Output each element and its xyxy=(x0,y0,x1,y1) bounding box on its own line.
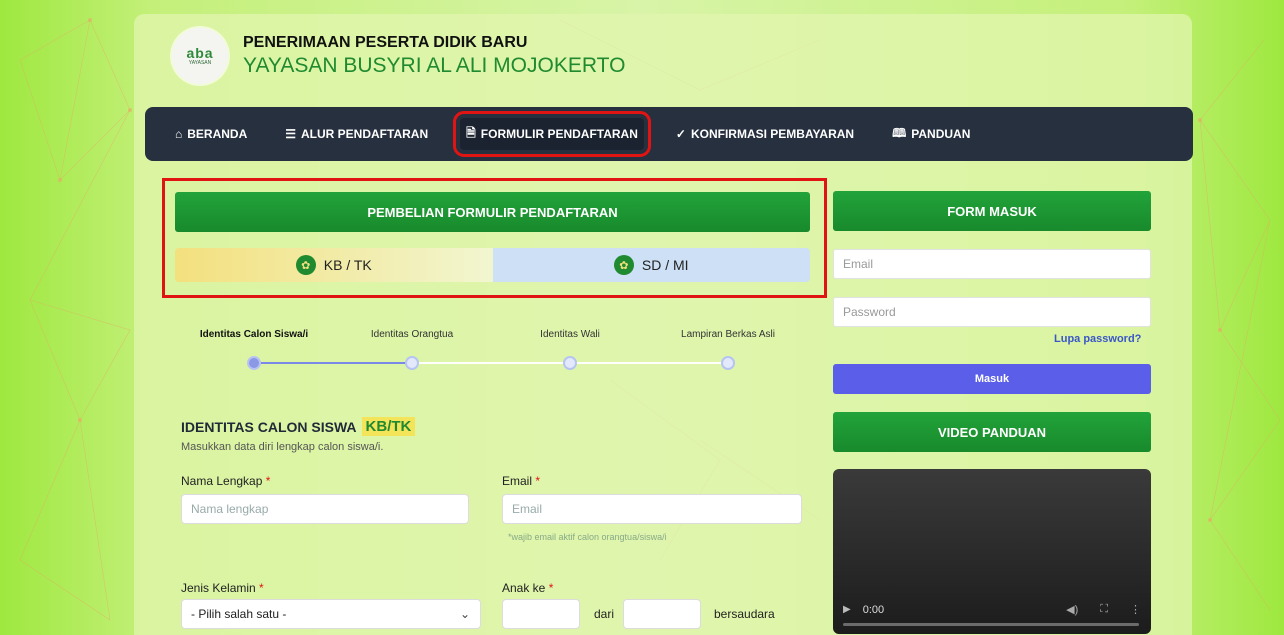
jumlah-saudara-input[interactable] xyxy=(623,599,701,629)
tab-sd-mi[interactable]: ✿ SD / MI xyxy=(492,248,810,282)
volume-icon[interactable]: ◀) xyxy=(1066,603,1078,616)
step-label[interactable]: Lampiran Berkas Asli xyxy=(649,329,807,340)
chevron-down-icon: ⌄ xyxy=(459,607,470,621)
login-form-header: FORM MASUK xyxy=(833,191,1151,231)
more-options-icon[interactable]: ⋮ xyxy=(1130,603,1141,616)
list-icon: ☰ xyxy=(285,127,297,141)
school-emblem-icon: ✿ xyxy=(295,255,316,275)
section-title: IDENTITAS CALON SISWA KB/TK xyxy=(181,417,416,436)
check-icon: ✓ xyxy=(675,127,686,141)
step-track xyxy=(175,350,810,380)
logo-mark: aba xyxy=(186,45,214,61)
anak-label: Anak ke * xyxy=(502,581,554,595)
level-badge: KB/TK xyxy=(361,417,416,436)
dari-label: dari xyxy=(594,607,615,621)
tab-label: KB / TK xyxy=(323,257,372,273)
nav-label: ALUR PENDAFTARAN xyxy=(301,127,429,141)
nav-label: FORMULIR PENDAFTARAN xyxy=(480,127,638,141)
school-emblem-icon: ✿ xyxy=(613,255,634,275)
site-title: PENERIMAAN PESERTA DIDIK BARU xyxy=(243,34,528,51)
step-label[interactable]: Identitas Wali xyxy=(491,329,649,340)
nav-formulir-pendaftaran[interactable]: 🗎 FORMULIR PENDAFTARAN xyxy=(453,111,651,157)
nav-label: KONFIRMASI PEMBAYARAN xyxy=(690,127,855,141)
video-progress-bar[interactable] xyxy=(843,623,1139,626)
video-player[interactable]: ▶ 0:00 ◀) ⛶ ⋮ xyxy=(833,469,1151,634)
level-tabs: ✿ KB / TK ✿ SD / MI xyxy=(175,248,810,282)
nav-label: PANDUAN xyxy=(911,127,971,141)
nama-input[interactable]: Nama lengkap xyxy=(181,494,469,524)
step-progress-line xyxy=(255,362,413,364)
step-dot[interactable] xyxy=(721,356,735,370)
video-time: 0:00 xyxy=(862,603,885,616)
step-dot-active[interactable] xyxy=(247,356,261,370)
tab-label: SD / MI xyxy=(641,257,689,273)
document-icon: 🗎 xyxy=(466,125,476,140)
step-dot[interactable] xyxy=(405,356,419,370)
main-container: aba YAYASAN PENERIMAAN PESERTA DIDIK BAR… xyxy=(134,14,1193,635)
site-subtitle: YAYASAN BUSYRI AL ALI MOJOKERTO xyxy=(243,54,626,77)
fullscreen-icon[interactable]: ⛶ xyxy=(1100,603,1108,616)
anak-ke-input[interactable] xyxy=(502,599,580,629)
nama-label: Nama Lengkap * xyxy=(181,474,271,488)
site-titles: PENERIMAAN PESERTA DIDIK BARU YAYASAN BU… xyxy=(243,33,625,79)
video-guide-header: VIDEO PANDUAN xyxy=(833,412,1151,452)
logo-text: YAYASAN xyxy=(188,60,212,66)
gender-label: Jenis Kelamin * xyxy=(181,581,264,595)
login-password-input[interactable]: Password xyxy=(833,297,1151,327)
section-subtitle: Masukkan data diri lengkap calon siswa/i… xyxy=(181,441,384,453)
step-label[interactable]: Identitas Calon Siswa/i xyxy=(175,329,333,340)
play-icon[interactable]: ▶ xyxy=(843,604,851,615)
nav-label: BERANDA xyxy=(187,127,248,141)
nav-panduan[interactable]: 🕮 PANDUAN xyxy=(886,118,976,150)
email-input[interactable]: Email xyxy=(502,494,802,524)
video-controls: ▶ 0:00 ◀) ⛶ ⋮ xyxy=(843,603,1141,616)
book-icon: 🕮 xyxy=(892,125,907,140)
home-icon: ⌂ xyxy=(175,127,183,141)
section-title-text: IDENTITAS CALON SISWA xyxy=(181,418,357,435)
nav-konfirmasi-pembayaran[interactable]: ✓ KONFIRMASI PEMBAYARAN xyxy=(670,118,860,150)
step-label[interactable]: Identitas Orangtua xyxy=(333,329,491,340)
site-logo[interactable]: aba YAYASAN xyxy=(172,28,228,84)
nav-alur-pendaftaran[interactable]: ☰ ALUR PENDAFTARAN xyxy=(279,118,434,150)
gender-select[interactable]: - Pilih salah satu - ⌄ xyxy=(181,599,481,629)
email-hint: *wajib email aktif calon orangtua/siswa/… xyxy=(508,532,667,542)
gender-selected: - Pilih salah satu - xyxy=(191,607,287,621)
nav-beranda[interactable]: ⌂ BERANDA xyxy=(169,118,253,150)
main-navbar: ⌂ BERANDA ☰ ALUR PENDAFTARAN 🗎 FORMULIR … xyxy=(145,107,1193,161)
tab-kb-tk[interactable]: ✿ KB / TK xyxy=(175,248,493,282)
bersaudara-label: bersaudara xyxy=(714,607,775,621)
site-header: aba YAYASAN PENERIMAAN PESERTA DIDIK BAR… xyxy=(172,28,625,84)
purchase-form-header: PEMBELIAN FORMULIR PENDAFTARAN xyxy=(175,192,810,232)
step-dot[interactable] xyxy=(563,356,577,370)
registration-stepper: Identitas Calon Siswa/i Identitas Orangt… xyxy=(175,329,810,380)
login-button[interactable]: Masuk xyxy=(833,364,1151,394)
email-label: Email * xyxy=(502,474,541,488)
login-email-input[interactable]: Email xyxy=(833,249,1151,279)
forgot-password-link[interactable]: Lupa password? xyxy=(1054,333,1141,345)
